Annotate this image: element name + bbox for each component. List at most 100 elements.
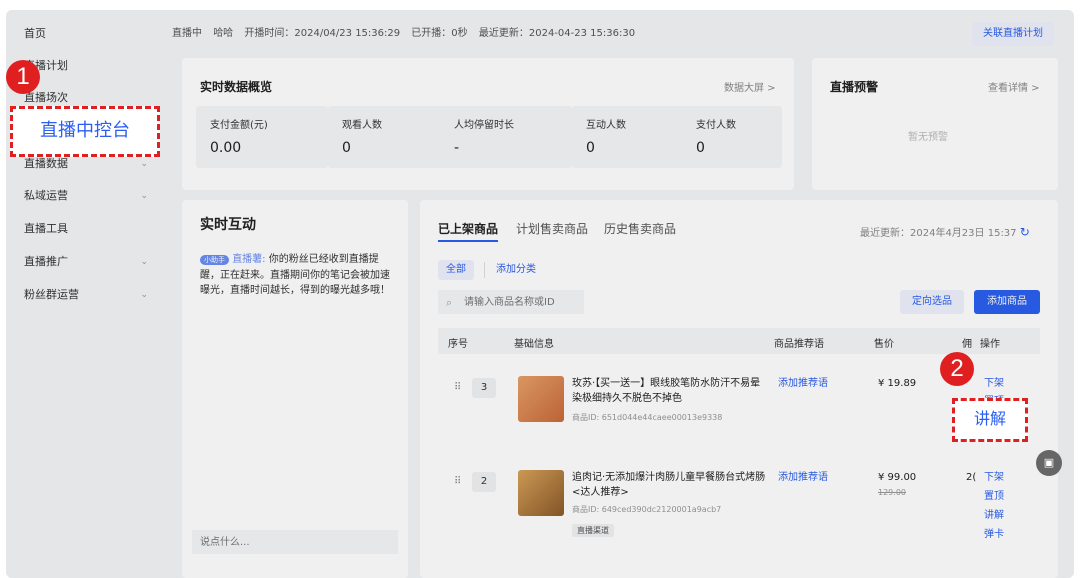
product-title: 追肉记·无添加爆汁肉肠儿童早餐肠台式烤肠 <达人推荐> — [572, 472, 766, 498]
metric-card: 支付金额(元) 0.00 — [196, 106, 328, 168]
chat-input[interactable] — [192, 530, 398, 554]
metric-value: - — [454, 140, 460, 156]
host-name: 哈哈 — [213, 28, 234, 39]
sidebar-item-console-highlight[interactable]: 直播中控台 — [10, 106, 160, 157]
col-slogan: 商品推荐语 — [774, 339, 824, 350]
product-thumbnail — [518, 376, 564, 422]
add-slogan-link[interactable]: 添加推荐语 — [778, 470, 828, 485]
sidebar-item-sessions[interactable]: 直播场次 — [24, 90, 148, 106]
col-price: 售价 — [874, 339, 894, 350]
add-product-button[interactable]: 添加商品 — [974, 290, 1040, 314]
view-details-link[interactable]: 查看详情 > — [988, 79, 1040, 94]
explain-button-highlight[interactable]: 讲解 — [952, 398, 1028, 442]
refresh-icon[interactable]: ↻ — [1020, 225, 1030, 239]
metric-label: 互动人数 — [586, 120, 626, 131]
col-info: 基础信息 — [514, 339, 554, 350]
sidebar-item-private[interactable]: 私域运营 ⌄ — [24, 188, 148, 204]
chevron-down-icon: ⌄ — [140, 290, 148, 300]
tab-listed-products[interactable]: 已上架商品 — [438, 220, 498, 237]
sidebar-item-fan-group[interactable]: 粉丝群运营 ⌄ — [24, 287, 148, 303]
live-duration: 已开播：0秒 — [411, 28, 468, 39]
delist-button[interactable]: 下架 — [984, 470, 1004, 485]
live-warning-card: 直播预警 查看详情 > 暂无预警 — [812, 58, 1058, 190]
product-price: ¥ 19.89 — [878, 378, 917, 389]
step-2-marker: 2 — [940, 352, 974, 386]
metric-label: 观看人数 — [342, 120, 382, 131]
products-card: 已上架商品 计划售卖商品 历史售卖商品 最近更新：2024年4月23日 15:3… — [420, 200, 1058, 578]
sidebar-item-label: 直播推广 — [24, 255, 68, 268]
tab-history-products[interactable]: 历史售卖商品 — [604, 220, 676, 237]
drag-handle-icon[interactable]: ⠿ — [454, 382, 461, 393]
popup-card-button[interactable]: 弹卡 — [984, 527, 1004, 542]
product-thumbnail — [518, 470, 564, 516]
assistant-badge: 小助手 — [200, 255, 229, 265]
original-price: 129.00 — [878, 488, 906, 497]
sidebar-item-label: 首页 — [24, 27, 46, 40]
link-plan-button[interactable]: 关联直播计划 — [972, 22, 1054, 46]
metric-value: 0 — [696, 140, 705, 156]
row-index: 3 — [472, 378, 496, 398]
empty-warning-text: 暂无预警 — [908, 132, 948, 143]
big-screen-link[interactable]: 数据大屏 > — [724, 79, 776, 94]
sidebar-item-tools[interactable]: 直播工具 — [24, 221, 148, 237]
tab-planned-products[interactable]: 计划售卖商品 — [516, 220, 588, 237]
sidebar-item-label: 直播数据 — [24, 157, 68, 170]
metric-value: 0.00 — [210, 140, 242, 156]
col-index: 序号 — [448, 339, 468, 350]
metric-value: 0 — [586, 140, 595, 156]
product-id: 商品ID: 649ced390dc2120001a9acb7 — [572, 505, 722, 514]
live-status: 直播中 — [172, 28, 202, 39]
sidebar-item-label: 直播工具 — [24, 222, 68, 235]
add-category-link[interactable]: 添加分类 — [488, 260, 544, 280]
add-slogan-link[interactable]: 添加推荐语 — [778, 376, 828, 391]
sidebar-item-label: 粉丝群运营 — [24, 288, 79, 301]
filter-all-chip[interactable]: 全部 — [438, 260, 474, 280]
step-1-marker: 1 — [6, 60, 40, 94]
sidebar-item-promotion[interactable]: 直播推广 ⌄ — [24, 254, 148, 270]
product-title: 玫苏·【买一送一】眼线胶笔防水防汗不易晕染极细持久不脱色不掉色 — [572, 378, 761, 404]
realtime-overview-card: 实时数据概览 数据大屏 > 支付金额(元) 0.00 观看人数 0 人均停留时长… — [182, 58, 794, 190]
explain-button[interactable]: 讲解 — [984, 508, 1004, 523]
row-index: 2 — [472, 472, 496, 492]
drag-handle-icon[interactable]: ⠿ — [454, 476, 461, 487]
start-time: 开播时间：2024/04/23 15:36:29 — [244, 28, 401, 39]
col-actions: 操作 — [980, 339, 1000, 350]
card-title: 直播预警 — [830, 80, 879, 94]
card-title: 实时数据概览 — [200, 80, 273, 94]
channel-tag: 直播渠道 — [572, 524, 614, 537]
chevron-down-icon: ⌄ — [140, 191, 148, 201]
last-updated: 最近更新：2024-04-23 15:36:30 — [478, 28, 636, 39]
app-window: 首页 直播计划 直播场次 直播数据 ⌄ 私域运营 ⌄ 直播工具 直播推广 ⌄ 粉丝群运… — [6, 10, 1074, 578]
assistant-name: 直播薯: — [232, 254, 266, 265]
metric-value: 0 — [342, 140, 351, 156]
metric-label: 人均停留时长 — [454, 120, 514, 131]
sidebar-item-label: 直播场次 — [24, 91, 68, 104]
col-commission: 佣 — [962, 339, 972, 350]
chevron-down-icon: ⌄ — [140, 159, 148, 169]
assistant-text: 你的粉丝已经收到直播提醒，正在赶来。直播期间你的笔记会被加速曝光，直播时间越长，… — [200, 254, 390, 296]
assistant-message: 小助手 直播薯: 你的粉丝已经收到直播提醒，正在赶来。直播期间你的笔记会被加速曝… — [200, 252, 396, 298]
table-header: 序号 基础信息 商品推荐语 售价 佣 操作 — [438, 328, 1040, 354]
metric-card: 人均停留时长 - — [440, 106, 572, 168]
live-status-bar: 直播中 哈哈 开播时间：2024/04/23 15:36:29 已开播：0秒 最… — [172, 22, 1062, 46]
active-tab-indicator — [438, 240, 498, 242]
sidebar-item-data[interactable]: 直播数据 ⌄ — [24, 156, 148, 172]
realtime-interaction-card: 实时互动 小助手 直播薯: 你的粉丝已经收到直播提醒，正在赶来。直播期间你的笔记… — [182, 200, 408, 578]
updated-text: 最近更新：2024年4月23日 15:37 — [860, 228, 1017, 239]
sidebar: 首页 直播计划 直播场次 直播数据 ⌄ 私域运营 ⌄ 直播工具 直播推广 ⌄ 粉丝群运… — [6, 10, 164, 578]
card-title: 实时互动 — [200, 217, 256, 233]
pin-button[interactable]: 置顶 — [984, 489, 1004, 504]
product-search-input[interactable] — [438, 290, 584, 314]
float-action-icon[interactable]: ▣ — [1036, 450, 1062, 476]
targeted-selection-button[interactable]: 定向选品 — [900, 290, 964, 314]
sidebar-item-home[interactable]: 首页 — [24, 26, 148, 42]
search-icon: ⌕ — [446, 296, 453, 309]
delist-button[interactable]: 下架 — [984, 376, 1004, 391]
metric-label: 支付人数 — [696, 120, 736, 131]
divider — [484, 262, 485, 278]
metric-card: 支付人数 0 — [682, 106, 782, 168]
metric-label: 支付金额(元) — [210, 120, 268, 131]
commission-value: 2( — [966, 472, 977, 483]
sidebar-item-plan[interactable]: 直播计划 — [24, 58, 148, 74]
products-updated: 最近更新：2024年4月23日 15:37 ↻ — [860, 224, 1030, 239]
